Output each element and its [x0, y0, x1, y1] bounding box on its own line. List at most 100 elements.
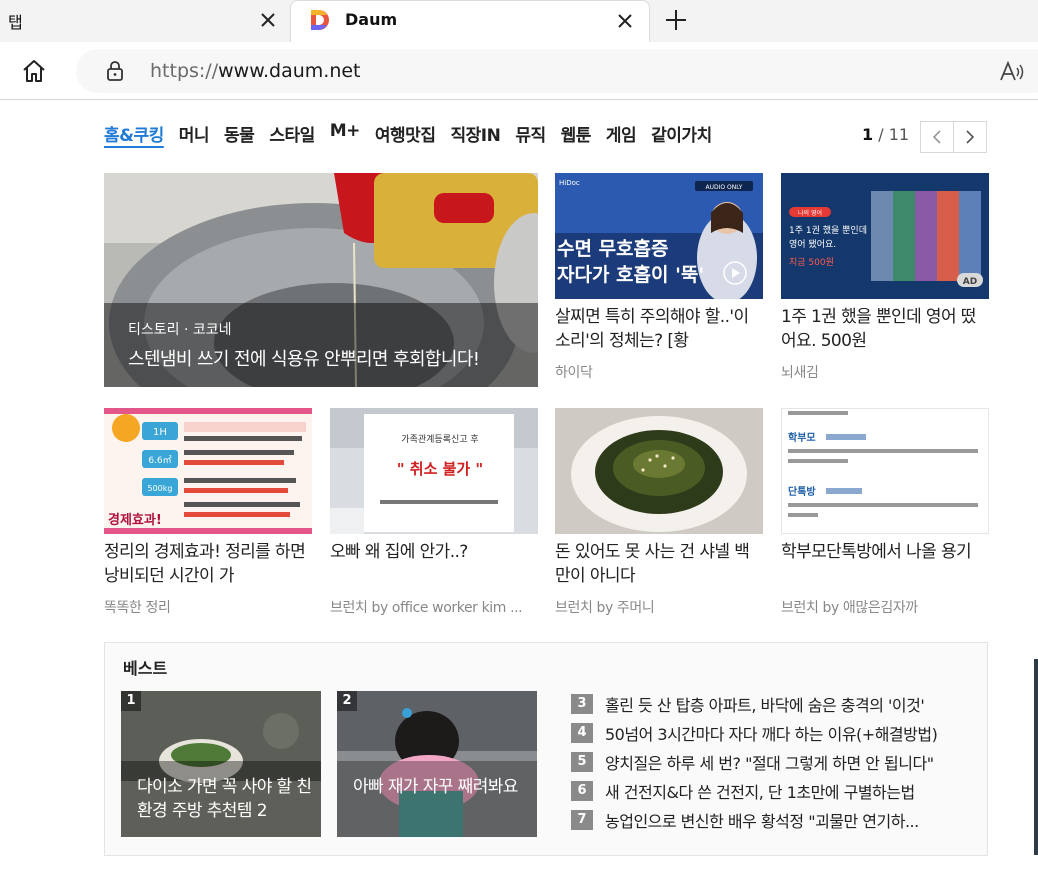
address-bar[interactable]: https://www.daum.net [76, 49, 1038, 93]
list-item[interactable]: 7 농업인으로 변신한 배우 황석정 "괴물만 연기하... [571, 805, 971, 834]
hero-article[interactable]: 티스토리 · 코코네 스텐냄비 쓰기 전에 식용유 안뿌리면 후회합니다! [104, 173, 538, 387]
article-card[interactable]: AUDIO ONLY HiDoc 수면 무호흡증 자다가 호흡이 '뚝' 살찌면… [555, 173, 763, 382]
pager-next-button[interactable] [953, 121, 987, 153]
article-thumbnail: AUDIO ONLY HiDoc 수면 무호흡증 자다가 호흡이 '뚝' [555, 173, 763, 299]
list-item-title[interactable]: 농업인으로 변신한 배우 황석정 "괴물만 연기하... [605, 808, 971, 832]
article-thumbnail: 1H 6.6㎡ 500kg 경제효과! [104, 408, 312, 534]
category-tab-webtoon[interactable]: 웹툰 [561, 121, 592, 151]
ad-pill-text: 나의 영어 [798, 209, 822, 217]
browser-tab-previous[interactable]: 탭 [0, 0, 288, 42]
category-tab-work[interactable]: 직장IN [450, 121, 500, 151]
list-item[interactable]: 5 양치질은 하루 세 번? "절대 그렇게 하면 안 됩니다" [571, 747, 971, 776]
close-icon[interactable] [256, 8, 280, 32]
hidoc-video-thumbnail: AUDIO ONLY HiDoc 수면 무호흡증 자다가 호흡이 '뚝' [555, 173, 763, 299]
pager-total: / 11 [878, 125, 910, 144]
pager-prev-button[interactable] [920, 121, 954, 153]
article-thumbnail [555, 408, 763, 534]
best-section: 베스트 1 다이소 가면 꼭 사야 할 친환경 주방 추천템 2 2 아빠 재가… [104, 642, 988, 856]
article-source: 뇌새김 [781, 365, 819, 381]
article-title[interactable]: 오빠 왜 집에 안가..? [330, 540, 538, 588]
tab-strip: 탭 Daum [0, 0, 1038, 44]
category-tab-game[interactable]: 게임 [606, 121, 637, 151]
pager-count: 1 / 11 [862, 125, 909, 144]
chevron-right-icon [966, 130, 975, 144]
info-area: 6.6㎡ [148, 455, 171, 466]
hero-title[interactable]: 스텐냄비 쓰기 전에 식용유 안뿌리면 후회합니다! [128, 345, 480, 371]
url-text[interactable]: https://www.daum.net [150, 60, 361, 82]
article-title[interactable]: 1주 1권 했을 뿐인데 영어 떴어요. 500원 [781, 305, 989, 353]
audio-badge-text: AUDIO ONLY [706, 184, 743, 191]
ad-line-3: 지금 500원 [789, 257, 834, 268]
best-list: 3 홀린 듯 산 탑층 아파트, 바닥에 숨은 충격의 '이것' 4 50넘어 … [571, 689, 971, 834]
list-item[interactable]: 3 홀린 듯 산 탑층 아파트, 바닥에 숨은 충격의 '이것' [571, 689, 971, 718]
article-title[interactable]: 학부모단톡방에서 나올 용기 [781, 540, 989, 588]
list-item[interactable]: 6 새 건전지&다 쓴 건전지, 단 1초만에 구별하는법 [571, 776, 971, 805]
list-item-title[interactable]: 새 건전지&다 쓴 건전지, 단 1초만에 구별하는법 [605, 779, 971, 803]
list-item-title[interactable]: 홀린 듯 산 탑층 아파트, 바닥에 숨은 충격의 '이것' [605, 692, 971, 716]
lock-icon[interactable] [104, 60, 126, 82]
best-card[interactable]: 1 다이소 가면 꼭 사야 할 친환경 주방 추천템 2 [121, 691, 321, 837]
pager-current: 1 [862, 125, 874, 144]
dict-term-1: 학부모 [788, 431, 816, 444]
article-thumbnail: 가족관계등록신고 후 " 취소 불가 " [330, 408, 538, 534]
hidoc-logo-text: HiDoc [559, 179, 580, 187]
article-source: 브런치 by 애많은김자까 [781, 600, 918, 616]
best-card-title[interactable]: 다이소 가면 꼭 사야 할 친환경 주방 추천템 2 [137, 775, 313, 823]
article-card[interactable]: 가족관계등록신고 후 " 취소 불가 " 오빠 왜 집에 안가..? 브런치 b… [330, 408, 538, 617]
sign-thumbnail: 가족관계등록신고 후 " 취소 불가 " [330, 408, 538, 534]
browser-tab-active[interactable]: Daum [290, 0, 650, 44]
article-source: 하이닥 [555, 365, 593, 381]
category-tab-money[interactable]: 머니 [179, 121, 210, 151]
tab-title: Daum [345, 10, 398, 29]
browser-toolbar: https://www.daum.net [0, 42, 1038, 100]
new-tab-plus-icon[interactable] [662, 6, 690, 34]
article-title[interactable]: 살찌면 특히 주의해야 할..'이 소리'의 정체는? [황 [555, 305, 763, 353]
article-thumbnail: 학부모 단톡방 [781, 408, 989, 534]
home-icon[interactable] [20, 57, 48, 85]
thumb-headline-2: 자다가 호흡이 '뚝' [557, 263, 704, 286]
category-tab-style[interactable]: 스타일 [269, 121, 315, 151]
daum-favicon-icon [311, 10, 329, 30]
best-section-title: 베스트 [123, 659, 168, 678]
rank-badge: 6 [571, 780, 593, 801]
rank-badge: 2 [337, 691, 357, 711]
best-thumbnail [337, 691, 537, 837]
category-tab-travel-food[interactable]: 여행맛집 [375, 121, 436, 151]
article-source: 브런치 by office worker kim ... [330, 600, 523, 616]
rank-badge: 1 [121, 691, 141, 711]
rank-badge: 7 [571, 809, 593, 830]
article-title[interactable]: 돈 있어도 못 사는 건 샤넬 백만이 아니다 [555, 540, 763, 588]
best-card-title[interactable]: 아빠 재가 자꾸 째려봐요 [353, 775, 529, 799]
read-aloud-icon[interactable] [998, 58, 1026, 86]
thumb-headline-1: 수면 무호흡증 [557, 237, 669, 260]
article-thumbnail: 나의 영어 1주 1권 했을 뿐인데 영어 됐어요. 지금 500원 AD [781, 173, 989, 299]
article-source: 똑똑한 정리 [104, 600, 171, 616]
info-headline: 경제효과! [108, 512, 162, 528]
article-card[interactable]: 1H 6.6㎡ 500kg 경제효과! 정리의 경제효과! 정리를 하면 낭비되… [104, 408, 312, 617]
ad-line-1: 1주 1권 했을 뿐인데 [789, 224, 867, 236]
category-tab-music[interactable]: 뮤직 [515, 121, 546, 151]
close-icon[interactable] [613, 9, 637, 33]
page-edge-bar [1034, 659, 1038, 855]
category-tab-animal[interactable]: 동물 [224, 121, 255, 151]
dict-term-2: 단톡방 [788, 485, 816, 498]
category-tab-together[interactable]: 같이가치 [651, 121, 712, 151]
url-scheme: https:// [150, 60, 219, 82]
tab-title: 탭 [8, 13, 23, 32]
sign-line-2: " 취소 불가 " [397, 460, 484, 478]
list-item[interactable]: 4 50넘어 3시간마다 자다 깨다 하는 이유(+해결방법) [571, 718, 971, 747]
best-card[interactable]: 2 아빠 재가 자꾸 째려봐요 [337, 691, 537, 837]
ad-card[interactable]: 나의 영어 1주 1권 했을 뿐인데 영어 됐어요. 지금 500원 AD 1주… [781, 173, 989, 382]
info-1h: 1H [153, 427, 167, 438]
dictionary-thumbnail: 학부모 단톡방 [782, 409, 988, 533]
article-card[interactable]: 돈 있어도 못 사는 건 샤넬 백만이 아니다 브런치 by 주머니 [555, 408, 763, 617]
category-tab-mplus[interactable]: M+ [330, 121, 361, 151]
article-title[interactable]: 정리의 경제효과! 정리를 하면 낭비되던 시간이 가 [104, 540, 312, 588]
category-nav: 홈&쿠킹 머니 동물 스타일 M+ 여행맛집 직장IN 뮤직 웹툰 게임 같이가… [104, 121, 727, 151]
category-tab-home-cooking[interactable]: 홈&쿠킹 [104, 121, 164, 151]
list-item-title[interactable]: 양치질은 하루 세 번? "절대 그렇게 하면 안 됩니다" [605, 750, 971, 774]
list-item-title[interactable]: 50넘어 3시간마다 자다 깨다 하는 이유(+해결방법) [605, 721, 971, 745]
food-thumbnail [555, 408, 763, 534]
rank-badge: 5 [571, 751, 593, 772]
article-card[interactable]: 학부모 단톡방 학부모단톡방에서 나올 용기 브런치 by 애많은김자까 [781, 408, 989, 617]
